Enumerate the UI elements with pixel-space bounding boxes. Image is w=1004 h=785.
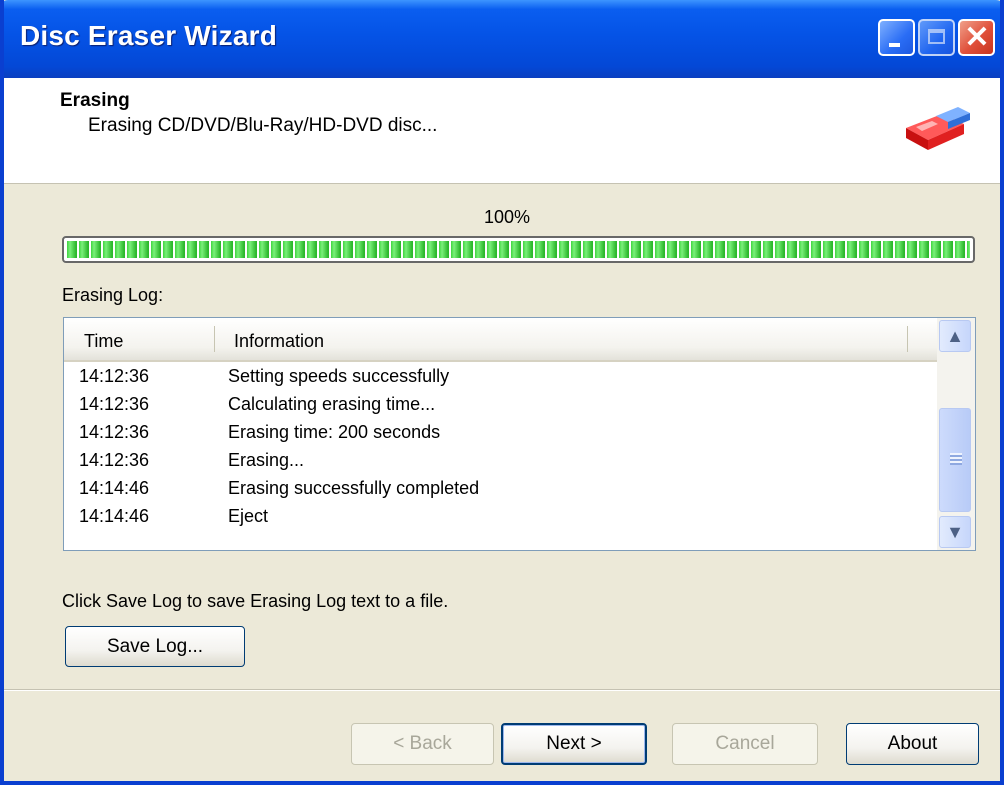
close-button[interactable]: ✕	[958, 19, 995, 56]
save-log-button[interactable]: Save Log...	[65, 626, 245, 667]
footer-divider	[4, 689, 1000, 691]
table-row[interactable]: 14:12:36 Erasing time: 200 seconds	[64, 418, 937, 446]
row-info: Erasing successfully completed	[228, 478, 480, 498]
erasing-log-list[interactable]: Time Information 14:12:36 Setting speeds…	[63, 317, 976, 551]
progress-fill	[67, 241, 970, 258]
minimize-button[interactable]	[878, 19, 915, 56]
column-header-information[interactable]: Information	[234, 318, 904, 360]
row-info: Eject	[228, 506, 269, 526]
about-button[interactable]: About	[846, 723, 979, 765]
scroll-down-button[interactable]: ▼	[939, 516, 971, 548]
erasing-log-label: Erasing Log:	[62, 285, 164, 305]
cancel-button[interactable]: Cancel	[672, 723, 818, 765]
column-divider[interactable]	[907, 326, 908, 352]
table-row[interactable]: 14:14:46 Eject	[64, 502, 937, 530]
row-time: 14:12:36	[79, 366, 150, 386]
maximize-button[interactable]	[918, 19, 955, 56]
row-time: 14:14:46	[79, 506, 150, 526]
row-info: Erasing time: 200 seconds	[228, 422, 441, 442]
list-header: Time Information	[64, 318, 937, 362]
close-icon: ✕	[964, 21, 990, 54]
column-divider[interactable]	[214, 326, 215, 352]
next-button[interactable]: Next >	[501, 723, 647, 765]
title-bar[interactable]: Disc Eraser Wizard ✕	[4, 0, 1000, 78]
table-row[interactable]: 14:12:36 Erasing...	[64, 446, 937, 474]
row-time: 14:12:36	[79, 422, 150, 442]
column-header-time[interactable]: Time	[84, 318, 214, 360]
progress-percent: 100%	[484, 207, 531, 227]
scrollbar-thumb[interactable]	[939, 408, 971, 512]
table-row[interactable]: 14:14:46 Erasing successfully completed	[64, 474, 937, 502]
table-row[interactable]: 14:12:36 Setting speeds successfully	[64, 362, 937, 390]
step-title: Erasing	[60, 90, 130, 111]
row-info: Calculating erasing time...	[228, 394, 436, 414]
eraser-icon	[906, 107, 970, 150]
log-rows: 14:12:36 Setting speeds successfully 14:…	[64, 362, 937, 530]
scroll-up-button[interactable]: ▲	[939, 320, 971, 352]
vertical-scrollbar[interactable]: ▲ ▼	[937, 318, 975, 550]
back-button[interactable]: < Back	[351, 723, 494, 765]
row-info: Setting speeds successfully	[228, 366, 450, 386]
grip-icon	[950, 453, 962, 465]
step-subtitle: Erasing CD/DVD/Blu-Ray/HD-DVD disc...	[88, 115, 438, 136]
window-title: Disc Eraser Wizard	[20, 20, 278, 51]
maximize-icon	[928, 29, 945, 44]
row-time: 14:12:36	[79, 394, 150, 414]
row-time: 14:14:46	[79, 478, 150, 498]
row-info: Erasing...	[228, 450, 305, 470]
table-row[interactable]: 14:12:36 Calculating erasing time...	[64, 390, 937, 418]
row-time: 14:12:36	[79, 450, 150, 470]
wizard-header: Erasing Erasing CD/DVD/Blu-Ray/HD-DVD di…	[4, 78, 1000, 184]
save-log-hint: Click Save Log to save Erasing Log text …	[62, 591, 449, 611]
progress-bar	[62, 236, 975, 263]
minimize-icon	[889, 43, 900, 47]
chevron-up-icon: ▲	[946, 326, 964, 346]
wizard-window: Disc Eraser Wizard ✕ Erasing Erasing CD/…	[0, 0, 1004, 785]
chevron-down-icon: ▼	[946, 522, 964, 542]
